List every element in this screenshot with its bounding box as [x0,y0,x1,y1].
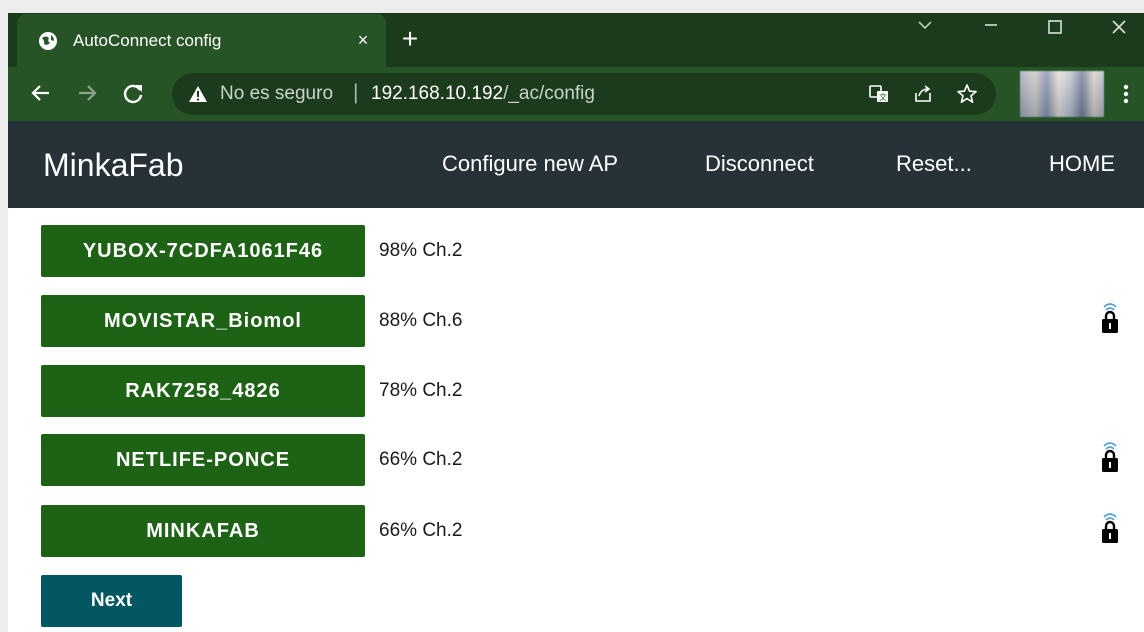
signal-info: 66% Ch.2 [379,518,462,544]
ssid-button[interactable]: YUBOX-7CDFA1061F46 [41,225,365,277]
menu-disconnect[interactable]: Disconnect [705,150,814,178]
ssid-button[interactable]: MOVISTAR_Biomol [41,295,365,347]
signal-strength: 98% [379,240,418,261]
signal-strength: 78% [379,380,418,401]
close-icon[interactable] [1094,13,1144,43]
menu-home[interactable]: HOME [1049,150,1115,178]
new-tab-button[interactable]: + [396,25,424,54]
channel: Ch.2 [422,240,463,261]
signal-strength: 88% [379,310,418,331]
forward-icon[interactable] [74,80,100,106]
tab-title: AutoConnect config [73,31,222,50]
wifi-lock-icon [1099,301,1121,335]
tab-close-button[interactable]: × [351,28,375,52]
menu-icon[interactable] [1114,80,1138,108]
globe-icon [38,31,58,51]
channel: Ch.2 [422,380,463,401]
ssid-button[interactable]: NETLIFE-PONCE [41,434,365,486]
list-item: MOVISTAR_Biomol 88% Ch.6 [41,295,1144,347]
page-content: MinkaFab Configure new AP Disconnect Res… [8,121,1144,632]
page-title: MinkaFab [43,147,184,183]
share-icon[interactable] [912,83,934,105]
chevron-down-icon[interactable] [900,13,950,43]
url-path: /_ac/config [503,83,595,104]
list-item: NETLIFE-PONCE 66% Ch.2 [41,434,1144,486]
signal-info: 88% Ch.6 [379,308,462,334]
next-button[interactable]: Next [41,575,182,627]
url-separator: | [353,81,359,104]
signal-strength: 66% [379,520,418,541]
profile-avatar[interactable] [1020,71,1104,117]
back-icon[interactable] [28,80,54,106]
ssid-button[interactable]: RAK7258_4826 [41,365,365,417]
app-header: MinkaFab Configure new AP Disconnect Res… [8,121,1144,208]
browser-window: AutoConnect config × + No es seguro | 19… [8,13,1144,632]
security-status-label[interactable]: No es seguro [220,83,333,105]
wifi-lock-icon [1099,440,1121,474]
svg-text:文: 文 [879,92,887,102]
translate-icon[interactable]: 文 [868,83,890,105]
url-text[interactable]: 192.168.10.192/_ac/config [371,83,595,105]
channel: Ch.6 [422,310,463,331]
channel: Ch.2 [422,520,463,541]
maximize-icon[interactable] [1030,13,1080,43]
ssid-button[interactable]: MINKAFAB [41,505,365,557]
signal-info: 98% Ch.2 [379,238,462,264]
warning-icon[interactable] [188,85,208,103]
url-host: 192.168.10.192 [371,83,504,104]
signal-info: 78% Ch.2 [379,378,462,404]
browser-toolbar: No es seguro | 192.168.10.192/_ac/config… [8,67,1144,121]
minimize-icon[interactable] [966,13,1016,43]
tab-strip: AutoConnect config × + [8,13,1144,67]
bookmark-star-icon[interactable] [956,83,978,105]
list-item: RAK7258_4826 78% Ch.2 [41,365,1144,417]
menu-reset[interactable]: Reset... [896,150,972,178]
list-item: MINKAFAB 66% Ch.2 [41,505,1144,557]
reload-icon[interactable] [120,80,146,106]
wifi-lock-icon [1099,511,1121,545]
signal-strength: 66% [379,449,418,470]
menu-configure-new-ap[interactable]: Configure new AP [442,150,618,178]
list-item: YUBOX-7CDFA1061F46 98% Ch.2 [41,225,1144,277]
tab-autoconnect-config[interactable]: AutoConnect config × [17,14,386,67]
address-bar[interactable]: No es seguro | 192.168.10.192/_ac/config… [172,73,996,115]
channel: Ch.2 [422,449,463,470]
signal-info: 66% Ch.2 [379,447,462,473]
